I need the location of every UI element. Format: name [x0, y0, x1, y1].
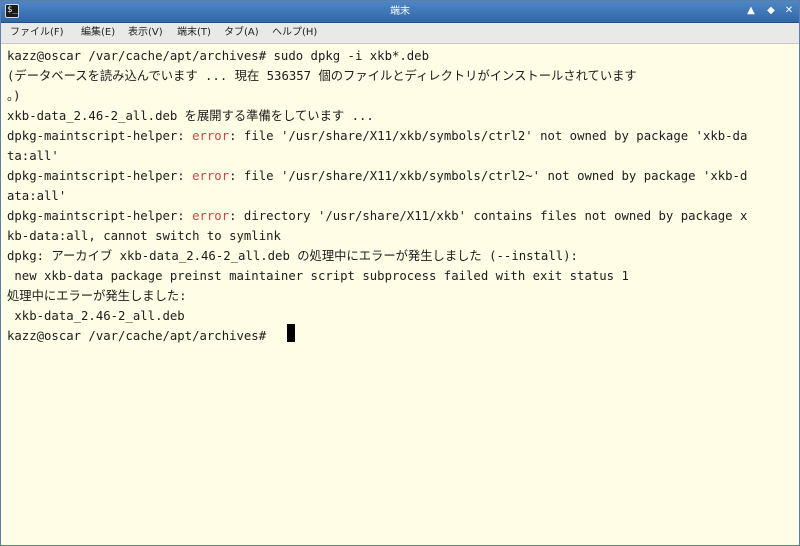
line-text: 。)	[7, 89, 21, 103]
menu-edit[interactable]: 編集(E)	[81, 23, 115, 43]
menu-tabs[interactable]: タブ(A)	[224, 23, 259, 43]
line-text: ta:all'	[7, 149, 59, 163]
error-text: error	[192, 129, 230, 143]
line-text: xkb-data_2.46-2_all.deb を展開する準備をしています ..…	[7, 109, 374, 123]
menu-help[interactable]: ヘルプ(H)	[272, 23, 317, 43]
terminal-line: kb-data:all, cannot switch to symlink	[7, 226, 281, 246]
terminal-line: (データベースを読み込んでいます ... 現在 536357 個のファイルとディ…	[7, 66, 637, 86]
terminal-line: dpkg: アーカイブ xkb-data_2.46-2_all.deb の処理中…	[7, 246, 578, 266]
line-text: : file '/usr/share/X11/xkb/symbols/ctrl2…	[229, 169, 748, 183]
terminal-line: dpkg-maintscript-helper: error: file '/u…	[7, 166, 747, 186]
terminal-line: ata:all'	[7, 186, 66, 206]
line-text: dpkg-maintscript-helper:	[7, 169, 193, 183]
window-title: 端末	[390, 6, 410, 17]
terminal-line: xkb-data_2.46-2_all.deb を展開する準備をしています ..…	[7, 106, 374, 126]
menu-terminal[interactable]: 端末(T)	[177, 23, 211, 43]
line-text: : directory '/usr/share/X11/xkb' contain…	[229, 209, 748, 223]
terminal-cursor	[287, 324, 295, 342]
line-text: kazz@oscar /var/cache/apt/archives#	[7, 329, 274, 343]
close-icon[interactable]: ✕	[781, 3, 797, 19]
terminal-line: dpkg-maintscript-helper: error: file '/u…	[7, 126, 747, 146]
terminal-line: kazz@oscar /var/cache/apt/archives# sudo…	[7, 46, 429, 66]
maximize-icon[interactable]: ◆	[763, 3, 779, 19]
menu-bar: ファイル(F) 編集(E) 表示(V) 端末(T) タブ(A) ヘルプ(H)	[1, 23, 799, 44]
terminal-output[interactable]: kazz@oscar /var/cache/apt/archives# xkb-…	[1, 44, 799, 545]
terminal-window: $_ 端末 ▲ ◆ ✕ ファイル(F) 編集(E) 表示(V) 端末(T) タブ…	[0, 0, 800, 546]
line-text: ata:all'	[7, 189, 67, 203]
menu-view[interactable]: 表示(V)	[128, 23, 163, 43]
terminal-line: 。)	[7, 86, 21, 106]
terminal-line: 処理中にエラーが発生しました:	[7, 286, 187, 306]
terminal-line: dpkg-maintscript-helper: error: director…	[7, 206, 747, 226]
minimize-icon[interactable]: ▲	[743, 3, 759, 19]
error-text: error	[192, 169, 230, 183]
line-text: : file '/usr/share/X11/xkb/symbols/ctrl2…	[229, 129, 748, 143]
line-text: new xkb-data package preinst maintainer …	[7, 269, 629, 283]
line-text: 処理中にエラーが発生しました:	[7, 289, 187, 303]
terminal-line: kazz@oscar /var/cache/apt/archives#	[7, 326, 274, 346]
line-text: dpkg: アーカイブ xkb-data_2.46-2_all.deb の処理中…	[7, 249, 578, 263]
error-text: error	[192, 209, 230, 223]
line-text: kb-data:all, cannot switch to symlink	[7, 229, 281, 243]
line-text: dpkg-maintscript-helper:	[7, 129, 193, 143]
terminal-line: new xkb-data package preinst maintainer …	[7, 266, 629, 286]
terminal-line: xkb-data_2.46-2_all.deb	[7, 306, 185, 326]
line-text: dpkg-maintscript-helper:	[7, 209, 193, 223]
line-text: (データベースを読み込んでいます ... 現在 536357 個のファイルとディ…	[7, 69, 637, 83]
terminal-line: ta:all'	[7, 146, 59, 166]
line-text: kazz@oscar /var/cache/apt/archives# sudo…	[7, 49, 429, 63]
menu-file[interactable]: ファイル(F)	[10, 23, 64, 43]
title-bar[interactable]: $_ 端末 ▲ ◆ ✕	[1, 1, 799, 23]
line-text: xkb-data_2.46-2_all.deb	[7, 309, 185, 323]
